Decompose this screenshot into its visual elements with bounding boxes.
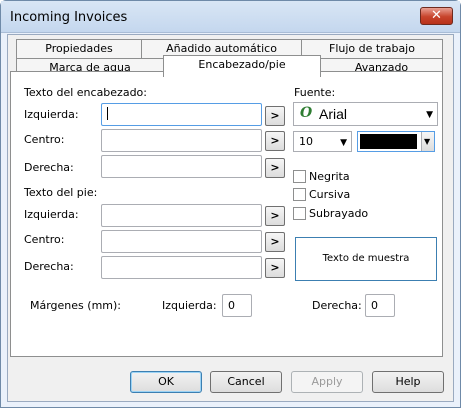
font-size-value: 10 [299, 135, 313, 148]
ok-button[interactable]: OK [130, 371, 202, 393]
chevron-right-icon: > [270, 109, 280, 122]
header-right-label: Derecha: [24, 161, 74, 174]
font-section-label: Fuente: [294, 86, 336, 99]
cancel-button[interactable]: Cancel [210, 371, 282, 393]
footer-left-input[interactable] [101, 204, 262, 227]
chevron-right-icon: > [270, 134, 280, 147]
header-right-input[interactable] [101, 155, 262, 178]
footer-right-label: Derecha: [24, 260, 74, 273]
margin-left-label: Izquierda: [162, 299, 217, 312]
footer-center-insert-button[interactable]: > [265, 232, 285, 252]
font-color-dropdown-button[interactable]: ▼ [421, 132, 434, 151]
text-caret [107, 107, 108, 120]
chevron-right-icon: > [270, 161, 280, 174]
chevron-down-icon: ▼ [340, 137, 347, 148]
header-section-label: Texto del encabezado: [24, 86, 147, 99]
italic-label[interactable]: Cursiva [309, 188, 350, 201]
font-sample-preview: Texto de muestra [295, 237, 437, 281]
footer-left-insert-button[interactable]: > [265, 206, 285, 226]
font-family-combobox[interactable]: O Arial ▼ [293, 102, 438, 126]
cancel-label: Cancel [227, 375, 265, 388]
header-left-input[interactable] [101, 103, 262, 126]
italic-checkbox[interactable] [293, 188, 306, 201]
chevron-right-icon: > [270, 235, 280, 248]
margin-right-label: Derecha: [312, 299, 362, 312]
footer-right-input[interactable] [101, 256, 262, 279]
margin-left-value: 0 [228, 299, 235, 312]
font-color-swatch [360, 134, 417, 149]
underline-checkbox[interactable] [293, 207, 306, 220]
opentype-font-icon: O [300, 105, 313, 121]
margins-label: Márgenes (mm): [30, 299, 121, 312]
header-right-insert-button[interactable]: > [265, 158, 285, 178]
bold-checkbox[interactable] [293, 170, 306, 183]
header-left-label: Izquierda: [24, 108, 79, 121]
footer-right-insert-button[interactable]: > [265, 258, 285, 278]
header-center-label: Centro: [24, 133, 65, 146]
underline-label[interactable]: Subrayado [309, 207, 368, 220]
chevron-right-icon: > [270, 261, 280, 274]
header-left-insert-button[interactable]: > [265, 106, 285, 126]
footer-center-label: Centro: [24, 233, 65, 246]
chevron-down-icon: ▼ [426, 110, 433, 120]
footer-left-label: Izquierda: [24, 208, 79, 221]
apply-button[interactable]: Apply [291, 371, 363, 393]
header-center-insert-button[interactable]: > [265, 131, 285, 151]
help-label: Help [395, 375, 421, 388]
ok-label: OK [158, 375, 174, 388]
apply-label: Apply [311, 375, 343, 388]
margin-right-input[interactable]: 0 [365, 294, 395, 317]
chevron-right-icon: > [270, 209, 280, 222]
help-button[interactable]: Help [372, 371, 444, 393]
font-size-combobox[interactable]: 10 ▼ [293, 131, 352, 152]
bold-label[interactable]: Negrita [309, 170, 350, 183]
font-color-picker[interactable]: ▼ [357, 131, 435, 152]
font-family-value: Arial [319, 106, 348, 122]
footer-section-label: Texto del pie: [24, 186, 98, 199]
header-center-input[interactable] [101, 129, 262, 152]
margin-left-input[interactable]: 0 [222, 294, 252, 317]
margin-right-value: 0 [371, 299, 378, 312]
chevron-down-icon: ▼ [424, 137, 431, 146]
sample-text: Texto de muestra [322, 253, 410, 264]
footer-center-input[interactable] [101, 230, 262, 253]
